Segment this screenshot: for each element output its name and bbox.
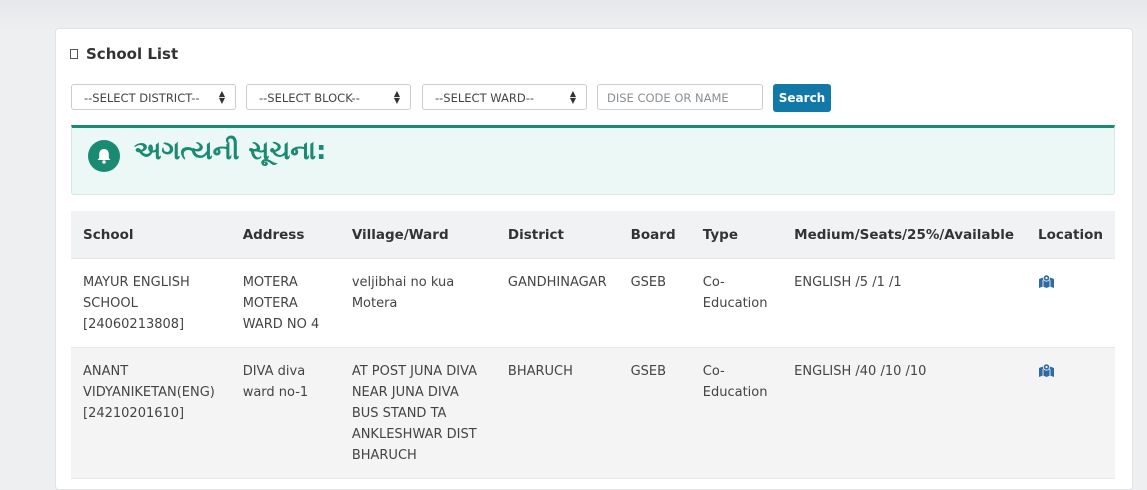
cell-village-ward: veljibhai no kua Motera xyxy=(339,258,496,348)
list-icon xyxy=(70,49,78,59)
cell-district: BHARUCH xyxy=(495,347,619,479)
cell-medium-seats: ENGLISH /5 /1 /1 xyxy=(782,258,1027,348)
cell-board: GSEB xyxy=(618,347,691,479)
col-header-location[interactable]: Location xyxy=(1026,211,1115,259)
cell-board: GSEB xyxy=(618,258,691,348)
cell-type: Co-Education xyxy=(690,258,783,348)
cell-location xyxy=(1026,258,1115,348)
cell-village-ward: AT POST JUNA DIVA NEAR JUNA DIVA BUS STA… xyxy=(339,347,496,479)
table-header-row: School Address Village/Ward District Boa… xyxy=(71,211,1115,259)
dise-code-search-input[interactable]: DISE CODE OR NAME xyxy=(597,84,763,110)
cell-school: MAYUR ENGLISH SCHOOL [24060213808] xyxy=(71,258,231,348)
col-header-board[interactable]: Board xyxy=(618,211,691,259)
cell-school: ANANT VIDYANIKETAN(ENG) [24210201610] xyxy=(71,347,231,479)
notice-banner: અગત્યની સૂચના: xyxy=(71,125,1115,195)
sort-arrows-icon: ▲ ▼ xyxy=(393,89,400,105)
col-header-medium-seats[interactable]: Medium/Seats/25%/Available xyxy=(782,211,1027,259)
ward-select[interactable]: --SELECT WARD-- ▲ ▼ xyxy=(422,84,587,110)
table-row: MAYUR ENGLISH SCHOOL [24060213808] MOTER… xyxy=(71,258,1115,348)
map-icon[interactable] xyxy=(1038,274,1055,296)
map-icon[interactable] xyxy=(1038,363,1055,385)
cell-type: Co-Education xyxy=(690,347,783,479)
col-header-district[interactable]: District xyxy=(495,211,619,259)
cell-district: GANDHINAGAR xyxy=(495,258,619,348)
table-row: ANANT VIDYANIKETAN(ENG) [24210201610] DI… xyxy=(71,347,1115,479)
col-header-type[interactable]: Type xyxy=(690,211,783,259)
sort-arrows-icon: ▲ ▼ xyxy=(218,89,225,105)
district-select-value: --SELECT DISTRICT-- xyxy=(84,91,200,105)
col-header-school[interactable]: School xyxy=(71,211,231,259)
top-band xyxy=(0,0,1147,30)
search-input-placeholder: DISE CODE OR NAME xyxy=(607,91,729,105)
school-table: School Address Village/Ward District Boa… xyxy=(71,211,1115,479)
notice-heading: અગત્યની સૂચના: xyxy=(134,136,327,166)
col-header-address[interactable]: Address xyxy=(230,211,340,259)
cell-address: DIVA diva ward no-1 xyxy=(230,347,340,479)
ward-select-value: --SELECT WARD-- xyxy=(435,91,535,105)
block-select-value: --SELECT BLOCK-- xyxy=(259,91,360,105)
card-title: School List xyxy=(70,45,178,63)
cell-address: MOTERA MOTERA WARD NO 4 xyxy=(230,258,340,348)
block-select[interactable]: --SELECT BLOCK-- ▲ ▼ xyxy=(246,84,411,110)
sort-arrows-icon: ▲ ▼ xyxy=(569,89,576,105)
school-list-card: School List --SELECT DISTRICT-- ▲ ▼ --SEL… xyxy=(55,28,1133,490)
col-header-village-ward[interactable]: Village/Ward xyxy=(339,211,496,259)
district-select[interactable]: --SELECT DISTRICT-- ▲ ▼ xyxy=(71,84,236,110)
bell-icon xyxy=(88,140,120,172)
cell-medium-seats: ENGLISH /40 /10 /10 xyxy=(782,347,1027,479)
cell-location xyxy=(1026,347,1115,479)
search-button[interactable]: Search xyxy=(773,84,831,112)
card-title-text: School List xyxy=(86,45,179,63)
